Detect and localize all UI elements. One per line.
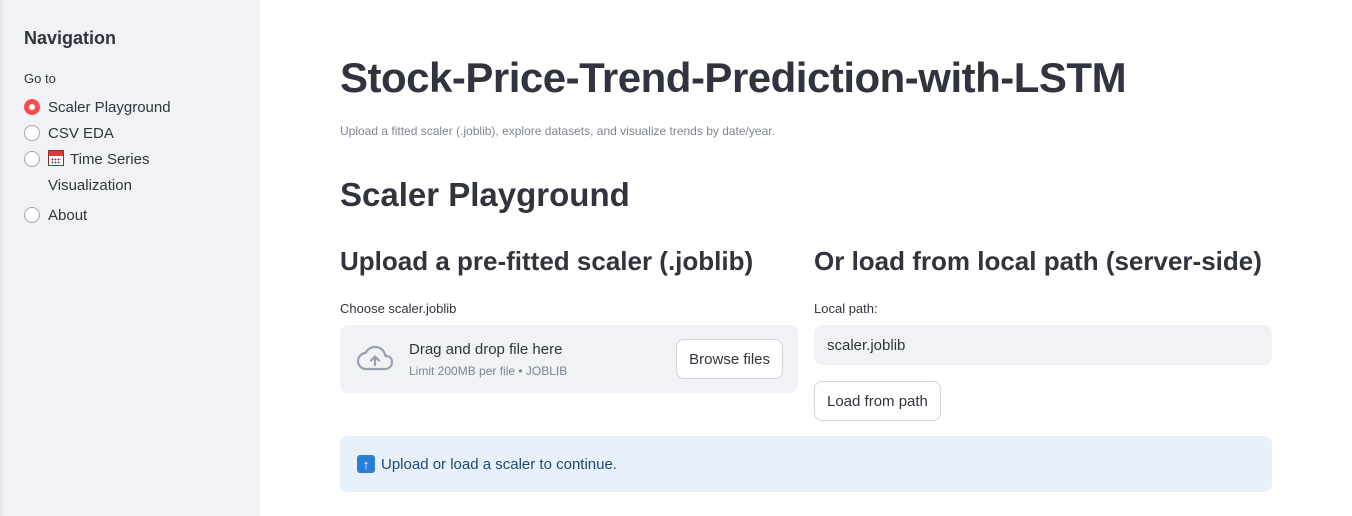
radio-option-label-wrapper: Time Series Visualization [48,147,178,199]
radio-option-label: About [48,207,88,224]
radio-option-time-series-visualization[interactable]: Time Series Visualization [24,150,260,199]
file-dropzone[interactable]: Drag and drop file here Limit 200MB per … [340,325,798,393]
page-title: Stock-Price-Trend-Prediction-with-LSTM [340,54,1127,101]
radio-group-label: Go to [24,71,56,86]
calendar-icon [48,150,64,166]
section-title: Scaler Playground [340,176,630,213]
local-path-heading: Or load from local path (server-side) [814,246,1262,276]
radio-option-label: CSV EDA [48,125,114,142]
local-path-label: Local path: [814,301,878,316]
info-alert-text: Upload or load a scaler to continue. [381,455,617,473]
browse-files-button[interactable]: Browse files [676,339,783,379]
radio-button[interactable] [24,125,40,141]
sidebar: Navigation Go to Scaler Playground CSV E… [0,0,260,516]
file-uploader-label: Choose scaler.joblib [340,301,457,316]
load-from-path-button[interactable]: Load from path [814,381,941,421]
page-caption: Upload a fitted scaler (.joblib), explor… [340,124,775,138]
radio-option-csv-eda[interactable]: CSV EDA [24,124,260,143]
local-path-input[interactable] [814,325,1272,365]
sidebar-title: Navigation [24,28,117,48]
radio-option-about[interactable]: About [24,206,260,225]
radio-option-label: Scaler Playground [48,99,171,116]
navigation-radio-group: Scaler Playground CSV EDA Time Series Vi… [24,98,260,225]
radio-button-checked[interactable] [24,99,40,115]
cloud-upload-icon [356,345,394,371]
up-arrow-icon: ↑ [357,455,375,473]
local-path-column: Or load from local path (server-side) Lo… [814,246,1272,421]
upload-heading: Upload a pre-fitted scaler (.joblib) [340,246,754,276]
radio-button[interactable] [24,151,40,167]
info-alert: ↑ Upload or load a scaler to continue. [340,436,1272,492]
upload-column: Upload a pre-fitted scaler (.joblib) Cho… [340,246,798,393]
radio-option-scaler-playground[interactable]: Scaler Playground [24,98,260,117]
radio-button[interactable] [24,207,40,223]
